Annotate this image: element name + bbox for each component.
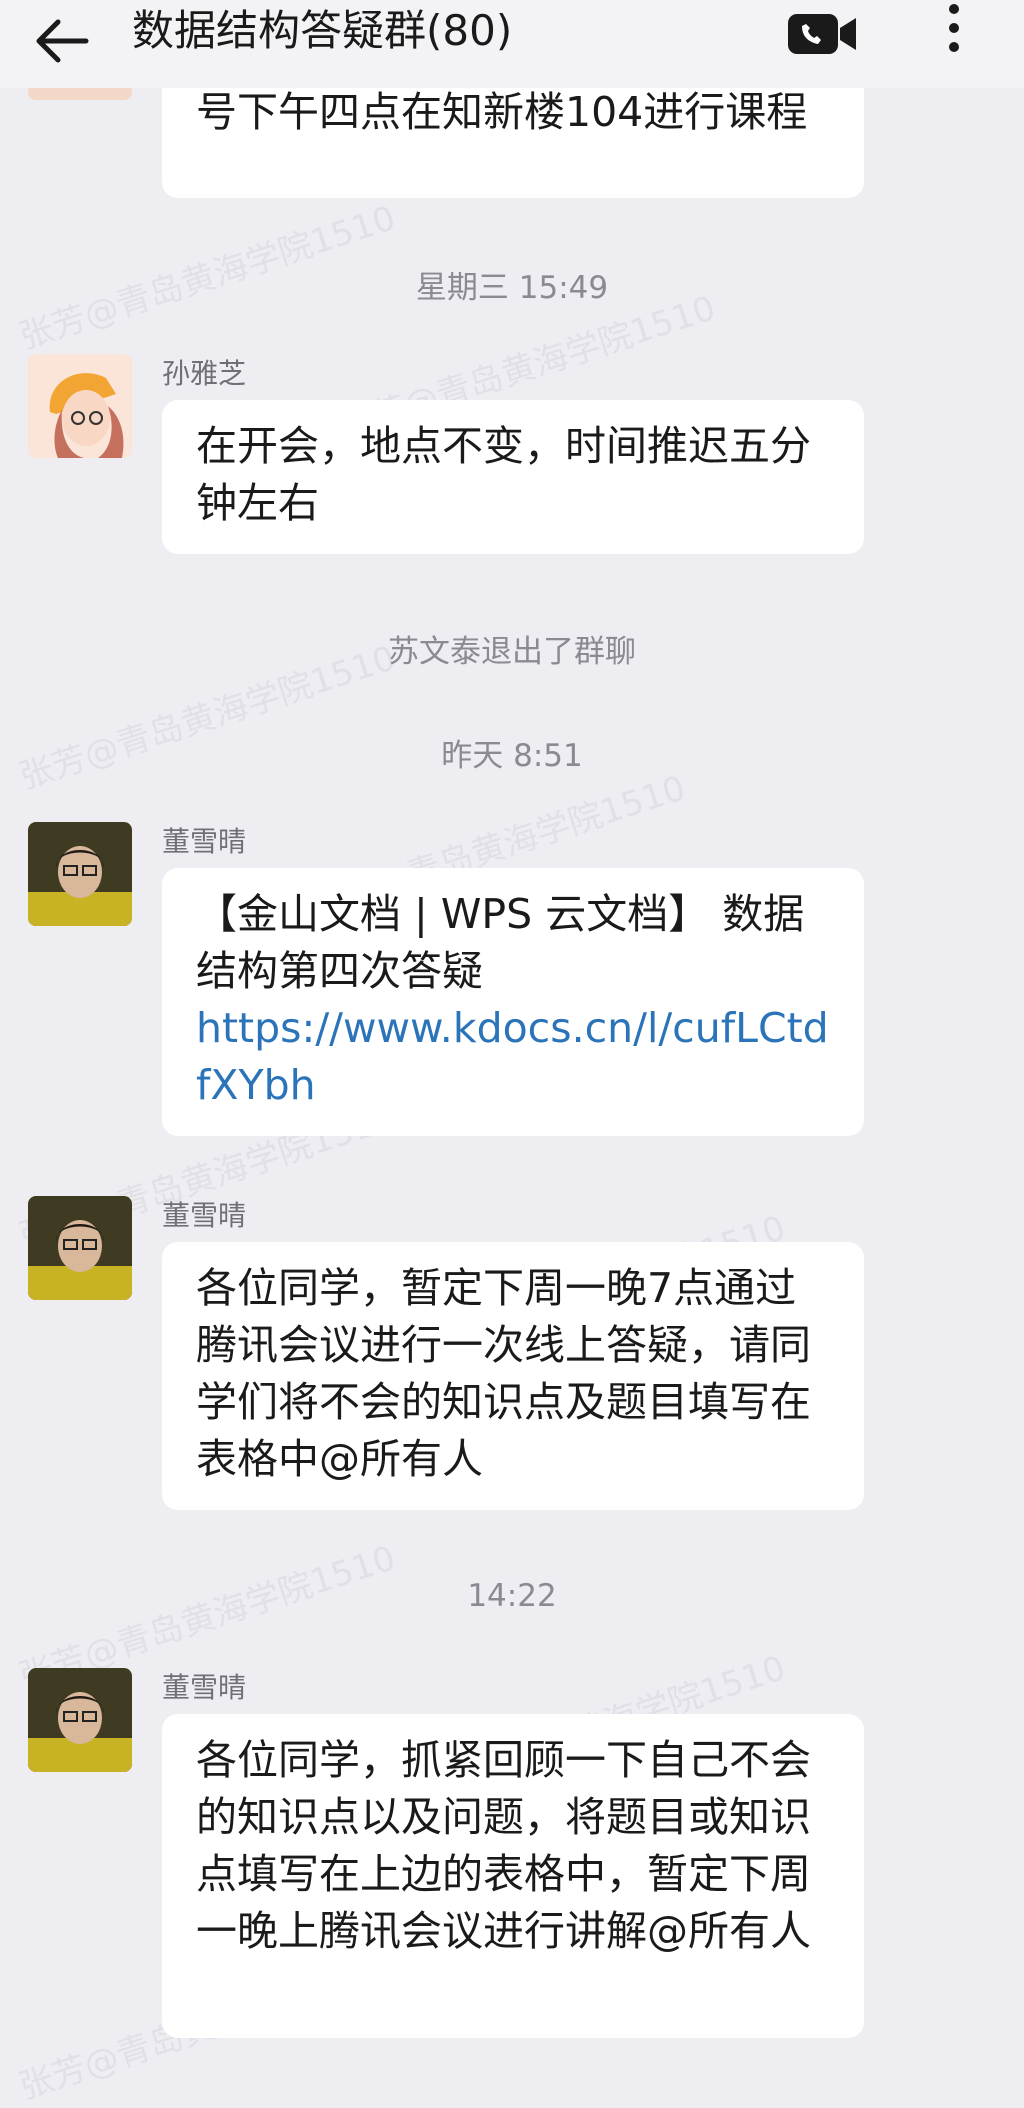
avatar-image [28,1196,132,1300]
chat-title: 数据结构答疑群(80) [132,6,513,55]
sender-name: 董雪晴 [162,825,247,858]
document-link[interactable]: https://www.kdocs.cn/l/cufLCtdfXYbh [196,1000,830,1114]
chat-header: 数据结构答疑群(80) [0,0,1024,88]
video-call-icon [788,14,856,54]
back-button[interactable] [28,10,98,76]
message-bubble[interactable]: 【金山文档 | WPS 云文档】 数据结构第四次答疑 https://www.k… [162,868,864,1136]
more-options-button[interactable] [932,0,976,62]
avatar-image [28,1668,132,1772]
system-notice: 苏文泰退出了群聊 [388,634,636,670]
message-bubble[interactable]: 在开会，地点不变，时间推迟五分钟左右 [162,400,864,554]
more-vertical-icon [949,4,959,52]
video-call-button[interactable] [784,6,860,62]
timestamp: 14:22 [467,1578,557,1614]
sender-name: 董雪晴 [162,1199,247,1232]
sender-name: 孙雅芝 [162,357,247,390]
timestamp: 星期三 15:49 [415,270,609,306]
avatar[interactable] [28,1196,132,1300]
message-bubble[interactable]: 各位同学，抓紧回顾一下自己不会的知识点以及问题，将题目或知识点填写在上边的表格中… [162,1714,864,2038]
avatar[interactable] [28,1668,132,1772]
avatar[interactable] [28,354,132,458]
message-bubble[interactable]: 各位同学，暂定下周一晚7点通过腾讯会议进行一次线上答疑，请同学们将不会的知识点及… [162,1242,864,1510]
avatar[interactable] [28,822,132,926]
avatar-image [28,822,132,926]
timestamp: 昨天 8:51 [441,738,583,774]
message-text: 【金山文档 | WPS 云文档】 数据结构第四次答疑 [196,890,805,995]
avatar-image [28,354,132,458]
arrow-left-icon [36,19,89,63]
sender-name: 董雪晴 [162,1671,247,1704]
